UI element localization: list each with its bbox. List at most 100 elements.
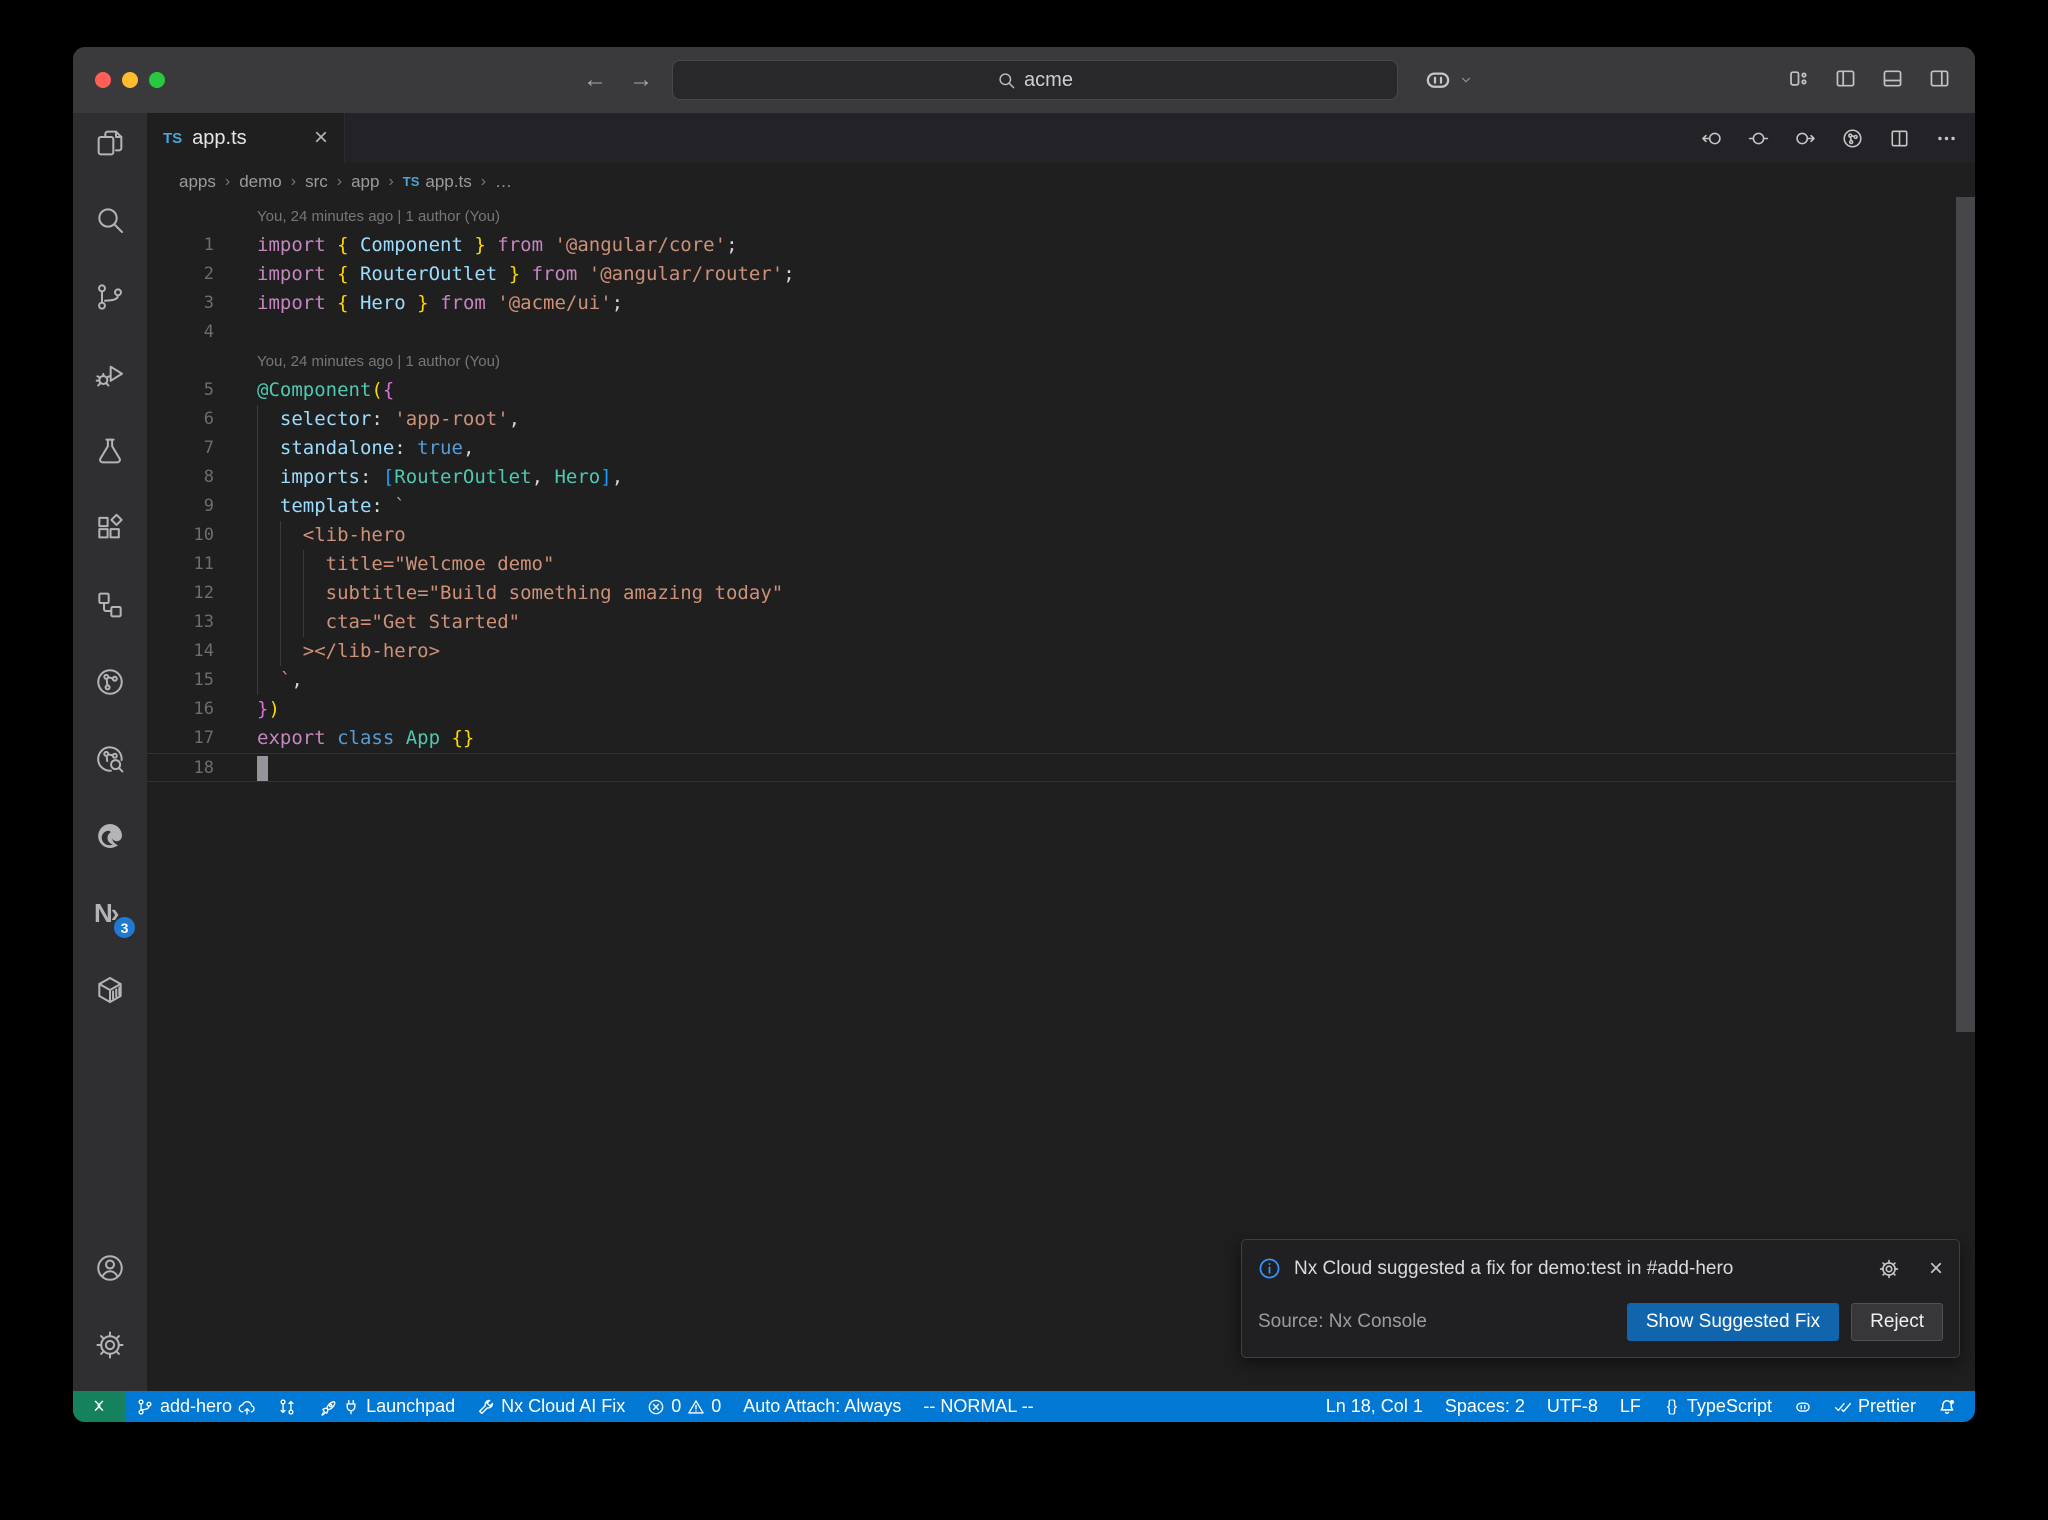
navigate-back-icon[interactable]: [1701, 128, 1722, 149]
status-text: Ln 18, Col 1: [1325, 1396, 1423, 1416]
notification-title: Nx Cloud suggested a fix for demo:test i…: [1294, 1257, 1734, 1279]
nx-run-target-icon[interactable]: [1842, 128, 1863, 149]
status-launchpad[interactable]: Launchpad: [307, 1391, 466, 1422]
activity-item-settings[interactable]: [86, 1321, 134, 1369]
code-line-18[interactable]: 18: [147, 753, 1975, 782]
status-formatter-prettier[interactable]: Prettier: [1823, 1391, 1927, 1422]
status-text: add-hero: [160, 1396, 233, 1416]
status-branch[interactable]: add-hero: [125, 1391, 267, 1422]
code-line-14[interactable]: 14 ></lib-hero>: [147, 637, 1975, 666]
code-line-1[interactable]: 1 import { Component } from '@angular/cor…: [147, 231, 1975, 260]
code-text: cta="Get Started": [257, 611, 521, 633]
status-vim-mode[interactable]: -- NORMAL --: [912, 1391, 1044, 1422]
code-line-7[interactable]: 7 standalone: true,: [147, 434, 1975, 463]
line-number: 9: [203, 496, 214, 516]
split-editor-icon[interactable]: [1889, 128, 1910, 149]
code-line-13[interactable]: 13 cta="Get Started": [147, 608, 1975, 637]
status-problems[interactable]: 00: [636, 1391, 732, 1422]
code-text: <lib-hero: [257, 524, 406, 546]
history-forward-button[interactable]: →: [629, 66, 653, 94]
tab-app-ts[interactable]: TS app.ts ×: [147, 113, 345, 163]
toggle-primary-sidebar-icon[interactable]: [1834, 67, 1857, 90]
code-line-16[interactable]: 16}): [147, 695, 1975, 724]
breadcrumb-item[interactable]: TS app.ts: [403, 172, 472, 192]
activity-item-run-and-debug[interactable]: [86, 350, 134, 398]
close-window-button[interactable]: [95, 72, 111, 88]
activity-item-extensions[interactable]: [86, 504, 134, 552]
customize-layout-icon[interactable]: [1787, 67, 1810, 90]
code-line-9[interactable]: 9 template: `: [147, 492, 1975, 521]
breadcrumb-item[interactable]: …: [495, 172, 512, 192]
tab-close-icon[interactable]: ×: [314, 126, 328, 150]
minimize-window-button[interactable]: [122, 72, 138, 88]
activity-item-nx-cloud[interactable]: [86, 658, 134, 706]
code-line-3[interactable]: 3 import { Hero } from '@acme/ui';: [147, 289, 1975, 318]
code-line-4[interactable]: 4: [147, 318, 1975, 347]
code-text: `,: [257, 669, 303, 691]
plug-icon: [342, 1398, 360, 1416]
notification-settings-icon[interactable]: [1878, 1258, 1900, 1280]
activity-item-explorer[interactable]: [86, 119, 134, 167]
status-nx-cloud-ai-fix[interactable]: Nx Cloud AI Fix: [466, 1391, 636, 1422]
breadcrumb-item[interactable]: src: [305, 172, 328, 192]
status-text: 0: [671, 1396, 682, 1416]
breadcrumb-item[interactable]: demo: [239, 172, 282, 192]
activity-item-search[interactable]: [86, 196, 134, 244]
line-number: 13: [193, 612, 214, 632]
breadcrumb-separator: ›: [224, 172, 231, 190]
copilot-menu[interactable]: [1423, 65, 1473, 95]
more-actions-icon[interactable]: [1936, 128, 1957, 149]
activity-item-edge-browser[interactable]: [86, 812, 134, 860]
activity-item-containers[interactable]: [86, 966, 134, 1014]
status-copilot[interactable]: [1783, 1391, 1823, 1422]
status-notifications-bell[interactable]: [1927, 1391, 1967, 1422]
activity-item-nx-console[interactable]: N› 3: [86, 889, 136, 939]
toggle-secondary-sidebar-icon[interactable]: [1928, 67, 1951, 90]
workbench: N› 3 TS app.ts × apps › demo › src › app › TS app.…: [73, 113, 1975, 1391]
nx-circle-icon: [94, 666, 126, 698]
code-line-12[interactable]: 12 subtitle="Build something amazing tod…: [147, 579, 1975, 608]
activity-item-nx-cloud-search[interactable]: [86, 735, 134, 783]
code-line-17[interactable]: 17 export class App {}: [147, 724, 1975, 753]
code-line-15[interactable]: 15 `,: [147, 666, 1975, 695]
breadcrumb-item[interactable]: apps: [179, 172, 216, 192]
code-line-5[interactable]: 5 @Component({: [147, 376, 1975, 405]
zoom-window-button[interactable]: [149, 72, 165, 88]
status-git-compare[interactable]: [267, 1391, 307, 1422]
status-text: UTF-8: [1546, 1396, 1598, 1416]
status-auto-attach[interactable]: Auto Attach: Always: [732, 1391, 912, 1422]
notification-close-icon[interactable]: ×: [1929, 1256, 1943, 1280]
code-line-11[interactable]: 11 title="Welcmoe demo": [147, 550, 1975, 579]
navigate-current-icon[interactable]: [1748, 128, 1769, 149]
activity-item-testing[interactable]: [86, 427, 134, 475]
editor-scrollbar[interactable]: [1956, 197, 1975, 1032]
code-editor[interactable]: You, 24 minutes ago | 1 author (You) 1 imp…: [147, 200, 1975, 1391]
status-eol[interactable]: LF: [1609, 1391, 1652, 1422]
breadcrumb-item[interactable]: app: [351, 172, 379, 192]
status-text: LF: [1619, 1396, 1641, 1416]
status-encoding[interactable]: UTF-8: [1536, 1391, 1609, 1422]
remote-indicator[interactable]: [73, 1391, 125, 1422]
files-icon: [94, 127, 126, 159]
activity-item-source-control[interactable]: [86, 273, 134, 321]
toggle-panel-icon[interactable]: [1881, 67, 1904, 90]
activity-item-accounts[interactable]: [86, 1244, 134, 1292]
show-suggested-fix-button[interactable]: Show Suggested Fix: [1626, 1303, 1840, 1341]
branch-icon: [136, 1398, 154, 1416]
code-line-8[interactable]: 8 imports: [RouterOutlet, Hero],: [147, 463, 1975, 492]
code-line-2[interactable]: 2 import { RouterOutlet } from '@angular/…: [147, 260, 1975, 289]
search-icon: [997, 71, 1016, 90]
status-indentation[interactable]: Spaces: 2: [1434, 1391, 1536, 1422]
code-line-6[interactable]: 6 selector: 'app-root',: [147, 405, 1975, 434]
history-back-button[interactable]: ←: [583, 66, 607, 94]
status-text: -- NORMAL --: [923, 1396, 1034, 1416]
status-cursor-position[interactable]: Ln 18, Col 1: [1315, 1391, 1434, 1422]
reject-button[interactable]: Reject: [1851, 1303, 1943, 1341]
command-center-search[interactable]: acme: [672, 60, 1398, 100]
navigate-forward-icon[interactable]: [1795, 128, 1816, 149]
status-language-mode[interactable]: {} TypeScript: [1652, 1391, 1783, 1422]
status-text: Prettier: [1857, 1396, 1916, 1416]
code-line-10[interactable]: 10 <lib-hero: [147, 521, 1975, 550]
hierarchy-icon: [94, 589, 126, 621]
activity-item-project-hierarchy[interactable]: [86, 581, 134, 629]
